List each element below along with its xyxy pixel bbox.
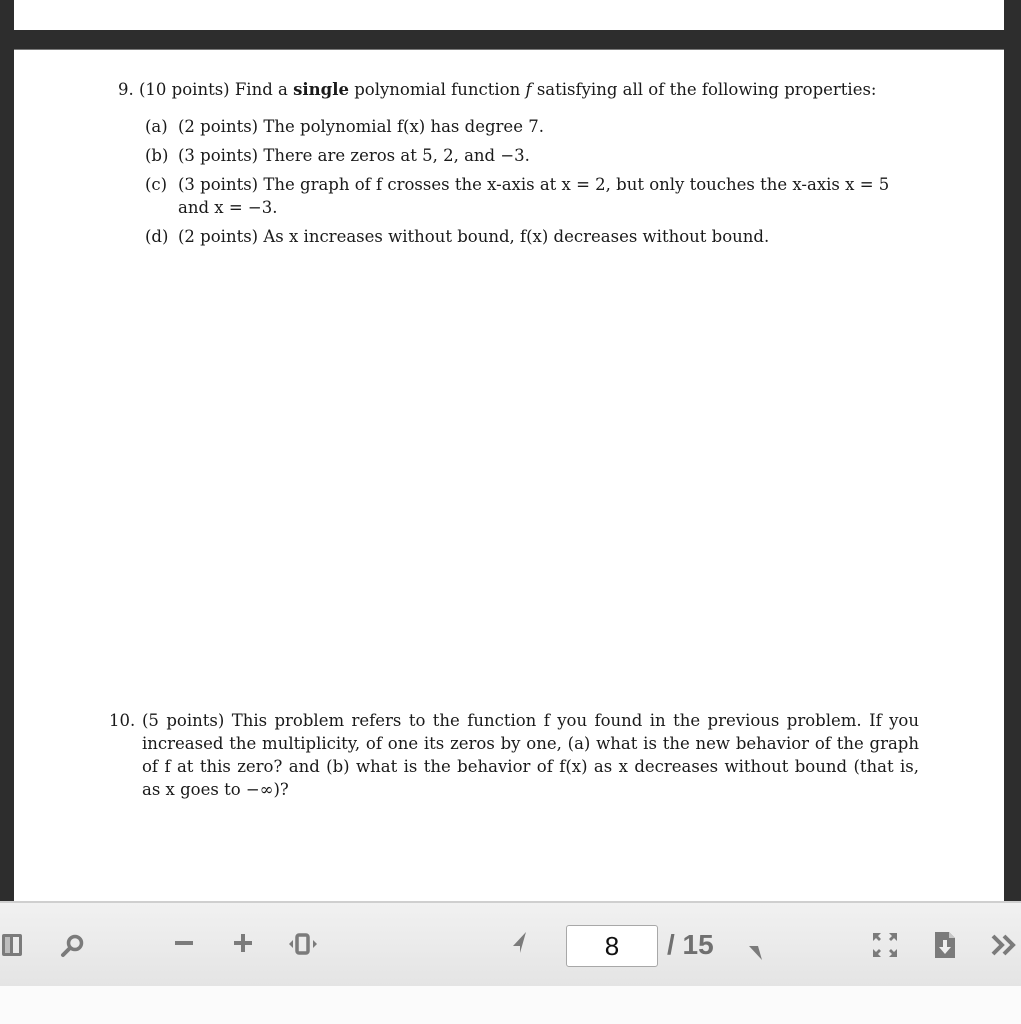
search-icon[interactable] bbox=[60, 933, 86, 959]
download-icon[interactable] bbox=[934, 931, 956, 959]
next-page-icon[interactable] bbox=[748, 931, 776, 961]
question-9-part-c: (c) (3 points) The graph of f crosses the… bbox=[145, 175, 890, 217]
question-number: 9. bbox=[118, 80, 134, 99]
fit-page-icon[interactable] bbox=[288, 933, 318, 955]
sidebar-toggle-icon[interactable] bbox=[2, 934, 22, 956]
page-number-input[interactable] bbox=[566, 925, 658, 967]
pdf-page: 9. (10 points) Find a single polynomial … bbox=[14, 49, 1004, 902]
fullscreen-icon[interactable] bbox=[872, 932, 898, 958]
question-number: 10. bbox=[109, 711, 136, 730]
pdf-toolbar: / 15 bbox=[0, 901, 1021, 988]
question-9-part-d: (d) (2 points) As x increases without bou… bbox=[145, 227, 770, 246]
previous-page-icon[interactable] bbox=[512, 931, 540, 961]
more-icon[interactable] bbox=[991, 934, 1019, 956]
question-9-part-a: (a) (2 points) The polynomial f(x) has de… bbox=[145, 117, 544, 136]
previous-page-bottom bbox=[14, 0, 1004, 30]
total-pages: / 15 bbox=[667, 929, 714, 960]
zoom-in-icon[interactable] bbox=[233, 933, 253, 953]
question-9-part-b: (b) (3 points) There are zeros at 5, 2, a… bbox=[145, 146, 530, 165]
question-9: 9. (10 points) Find a single polynomial … bbox=[118, 80, 877, 99]
question-10: 10. (5 points) This problem refers to th… bbox=[109, 711, 919, 799]
viewer-bottom-area bbox=[0, 986, 1021, 1024]
zoom-out-icon[interactable] bbox=[175, 941, 193, 945]
